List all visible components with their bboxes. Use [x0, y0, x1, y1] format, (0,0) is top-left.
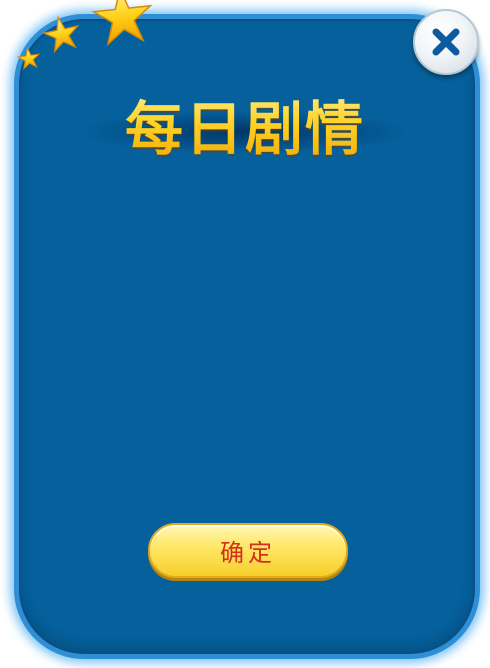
dialog-title: 每日剧情: [0, 82, 490, 166]
confirm-button[interactable]: 确定: [148, 523, 348, 578]
decorative-stars: [16, 0, 153, 71]
close-button[interactable]: [413, 9, 479, 75]
daily-story-dialog: 每日剧情 确定: [0, 0, 490, 668]
star-icon: [42, 15, 80, 54]
star-icon: [16, 46, 41, 71]
close-x-icon: [432, 28, 460, 56]
star-icon: [91, 0, 153, 47]
confirm-button-label: 确定: [220, 539, 276, 567]
